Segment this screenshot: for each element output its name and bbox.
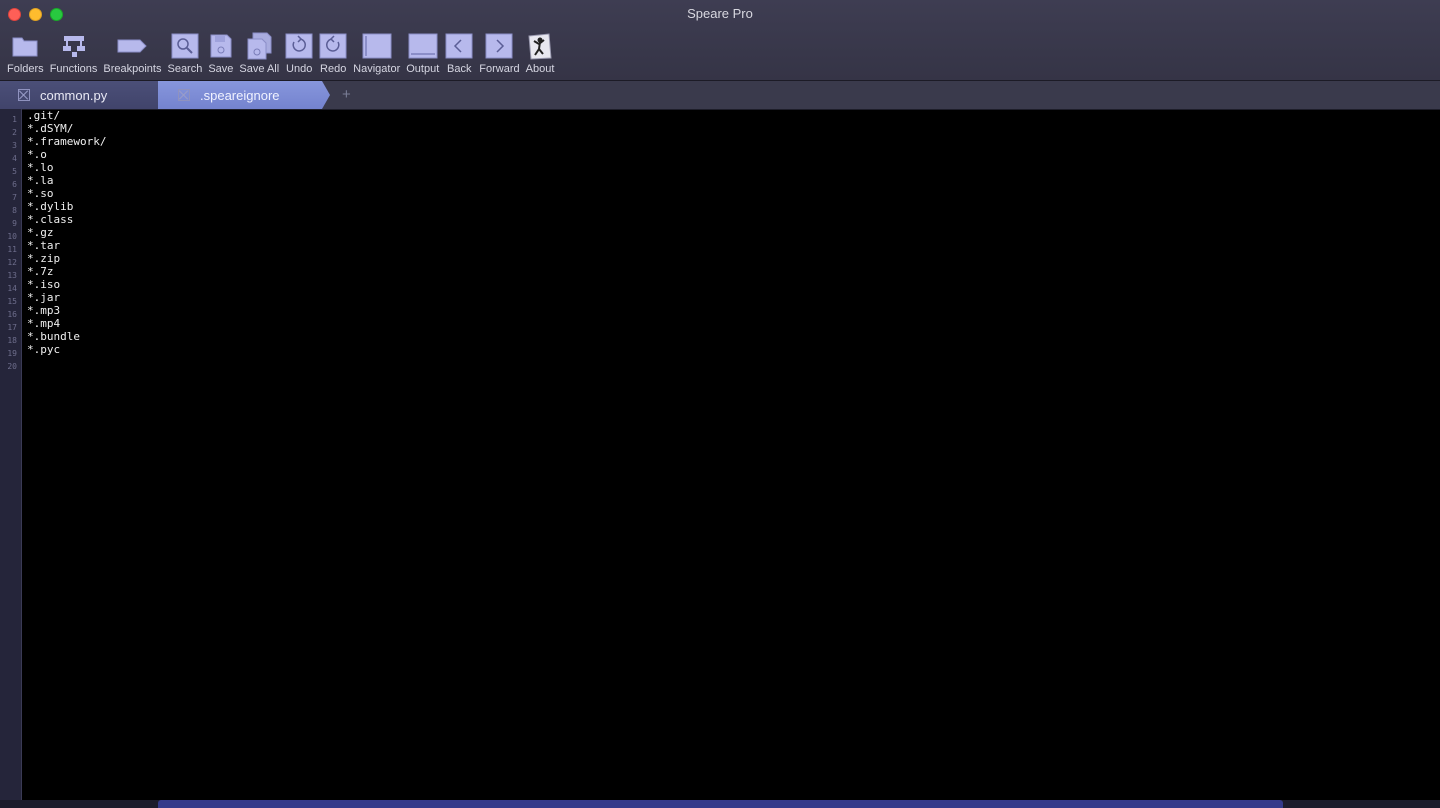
line-number: 7 — [12, 193, 17, 202]
save-all-button[interactable]: Save All — [236, 30, 282, 76]
breakpoint-icon — [117, 39, 148, 53]
undo-icon — [285, 33, 313, 59]
code-line[interactable]: *.zip — [27, 252, 106, 265]
about-icon — [528, 33, 552, 60]
window-title: Speare Pro — [687, 6, 753, 21]
code-line[interactable]: *.class — [27, 213, 106, 226]
line-number: 17 — [7, 323, 17, 332]
save-icon — [210, 34, 232, 58]
code-line[interactable]: *.o — [27, 148, 106, 161]
line-number: 19 — [7, 349, 17, 358]
back-button[interactable]: Back — [442, 30, 476, 76]
code-line[interactable]: *.bundle — [27, 330, 106, 343]
output-button[interactable]: Output — [403, 30, 442, 76]
functions-button[interactable]: Functions — [47, 30, 101, 76]
line-number: 15 — [7, 297, 17, 306]
breakpoints-button[interactable]: Breakpoints — [100, 30, 164, 76]
search-button[interactable]: Search — [164, 30, 205, 76]
code-line[interactable]: *.lo — [27, 161, 106, 174]
line-number-gutter: 1 2 3 4 5 6 7 8 9 10 11 12 13 14 15 16 17 18 19 20 — [0, 109, 22, 800]
add-tab-icon[interactable]: + — [342, 86, 351, 103]
undo-button[interactable]: Undo — [282, 30, 316, 76]
back-icon — [445, 33, 473, 59]
line-number: 6 — [12, 180, 17, 189]
line-number: 12 — [7, 258, 17, 267]
code-line[interactable]: *.gz — [27, 226, 106, 239]
folder-icon — [12, 37, 38, 57]
redo-button[interactable]: Redo — [316, 30, 350, 76]
code-line[interactable]: *.mp3 — [27, 304, 106, 317]
code-line[interactable] — [27, 356, 106, 369]
bottom-edge — [0, 800, 1440, 808]
forward-button[interactable]: Forward — [476, 30, 522, 76]
about-button[interactable]: About — [523, 30, 558, 76]
line-number: 10 — [7, 232, 17, 241]
forward-icon — [485, 33, 513, 59]
line-number: 1 — [12, 115, 17, 124]
line-number: 5 — [12, 167, 17, 176]
tab-bar: common.py .speareignore + — [0, 81, 1440, 110]
code-line[interactable]: *.7z — [27, 265, 106, 278]
line-number: 16 — [7, 310, 17, 319]
tab-common-py[interactable]: common.py — [0, 81, 160, 109]
line-number: 13 — [7, 271, 17, 280]
code-line[interactable]: *.la — [27, 174, 106, 187]
toolbar: Folders Functions Breakpoints Search Sav… — [4, 30, 557, 76]
code-line[interactable]: *.dylib — [27, 200, 106, 213]
tab-label: .speareignore — [200, 87, 280, 103]
search-icon — [171, 33, 199, 59]
redo-icon — [319, 33, 347, 59]
title-bar: Speare Pro Folders Functions Breakpoints… — [0, 0, 1440, 81]
save-all-icon — [247, 32, 272, 60]
folders-button[interactable]: Folders — [4, 30, 47, 76]
navigator-button[interactable]: Navigator — [350, 30, 403, 76]
close-tab-icon[interactable] — [18, 89, 30, 101]
app-window: Speare Pro Folders Functions Breakpoints… — [0, 0, 1440, 808]
dock-strip — [158, 800, 1283, 808]
navigator-icon — [362, 33, 392, 59]
line-number: 9 — [12, 219, 17, 228]
line-number: 2 — [12, 128, 17, 137]
code-line[interactable]: *.so — [27, 187, 106, 200]
tab-speareignore[interactable]: .speareignore — [158, 81, 330, 109]
line-number: 11 — [7, 245, 17, 254]
line-number: 8 — [12, 206, 17, 215]
code-line[interactable]: *.mp4 — [27, 317, 106, 330]
save-button[interactable]: Save — [205, 30, 236, 76]
code-line[interactable]: .git/ — [27, 109, 106, 122]
line-number: 20 — [7, 362, 17, 371]
code-line[interactable]: *.framework/ — [27, 135, 106, 148]
code-line[interactable]: *.iso — [27, 278, 106, 291]
code-line[interactable]: *.dSYM/ — [27, 122, 106, 135]
close-tab-icon[interactable] — [178, 89, 190, 101]
output-icon — [408, 33, 438, 59]
line-number: 4 — [12, 154, 17, 163]
line-number: 18 — [7, 336, 17, 345]
code-line[interactable]: *.tar — [27, 239, 106, 252]
line-number: 14 — [7, 284, 17, 293]
code-editor[interactable]: .git/*.dSYM/*.framework/*.o *.lo *.la *.so *… — [27, 109, 106, 369]
functions-icon — [62, 36, 85, 57]
code-line[interactable]: *.pyc — [27, 343, 106, 356]
line-number: 3 — [12, 141, 17, 150]
tab-label: common.py — [40, 87, 108, 103]
code-line[interactable]: *.jar — [27, 291, 106, 304]
